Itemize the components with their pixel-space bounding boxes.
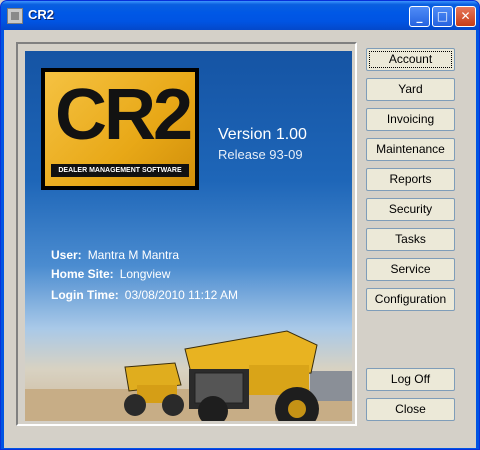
- release-label: Release 93-09: [218, 147, 303, 162]
- minimize-button[interactable]: _: [409, 6, 430, 27]
- invoicing-button[interactable]: Invoicing: [366, 108, 455, 131]
- log-off-button[interactable]: Log Off: [366, 368, 455, 391]
- cr2-logo: CR2 DEALER MANAGEMENT SOFTWARE: [41, 68, 199, 190]
- login-time-value: 03/08/2010 11:12 AM: [124, 288, 238, 302]
- login-time-row: Login Time: 03/08/2010 11:12 AM: [51, 288, 238, 302]
- service-button[interactable]: Service: [366, 258, 455, 281]
- reports-button[interactable]: Reports: [366, 168, 455, 191]
- logo-subtitle: DEALER MANAGEMENT SOFTWARE: [51, 164, 189, 177]
- app-window: CR2 _ □ ✕ CR2 DEALER MANAGEMENT SOFTWARE…: [0, 0, 480, 450]
- app-icon[interactable]: [7, 8, 23, 24]
- user-row: User: Mantra M Mantra: [51, 248, 179, 262]
- maximize-button[interactable]: □: [432, 6, 453, 27]
- security-button[interactable]: Security: [366, 198, 455, 221]
- home-site-label: Home Site:: [51, 267, 114, 281]
- home-site-row: Home Site: Longview: [51, 267, 170, 281]
- user-label: User:: [51, 248, 82, 262]
- close-window-button[interactable]: ✕: [455, 6, 476, 27]
- maintenance-button[interactable]: Maintenance: [366, 138, 455, 161]
- logo-text: CR2: [55, 75, 193, 155]
- close-button[interactable]: Close: [366, 398, 455, 421]
- version-label: Version 1.00: [218, 126, 307, 143]
- yard-button[interactable]: Yard: [366, 78, 455, 101]
- window-title: CR2: [28, 7, 55, 22]
- splash-image: CR2 DEALER MANAGEMENT SOFTWARE Version 1…: [25, 51, 352, 421]
- user-value: Mantra M Mantra: [87, 248, 180, 262]
- client-area: CR2 DEALER MANAGEMENT SOFTWARE Version 1…: [4, 30, 476, 448]
- home-site-value: Longview: [119, 267, 171, 281]
- trucks-illustration: [25, 330, 352, 421]
- title-bar[interactable]: CR2 _ □ ✕: [1, 1, 479, 30]
- configuration-button[interactable]: Configuration: [366, 288, 455, 311]
- tasks-button[interactable]: Tasks: [366, 228, 455, 251]
- login-time-label: Login Time:: [51, 288, 119, 302]
- account-button[interactable]: Account: [366, 48, 455, 71]
